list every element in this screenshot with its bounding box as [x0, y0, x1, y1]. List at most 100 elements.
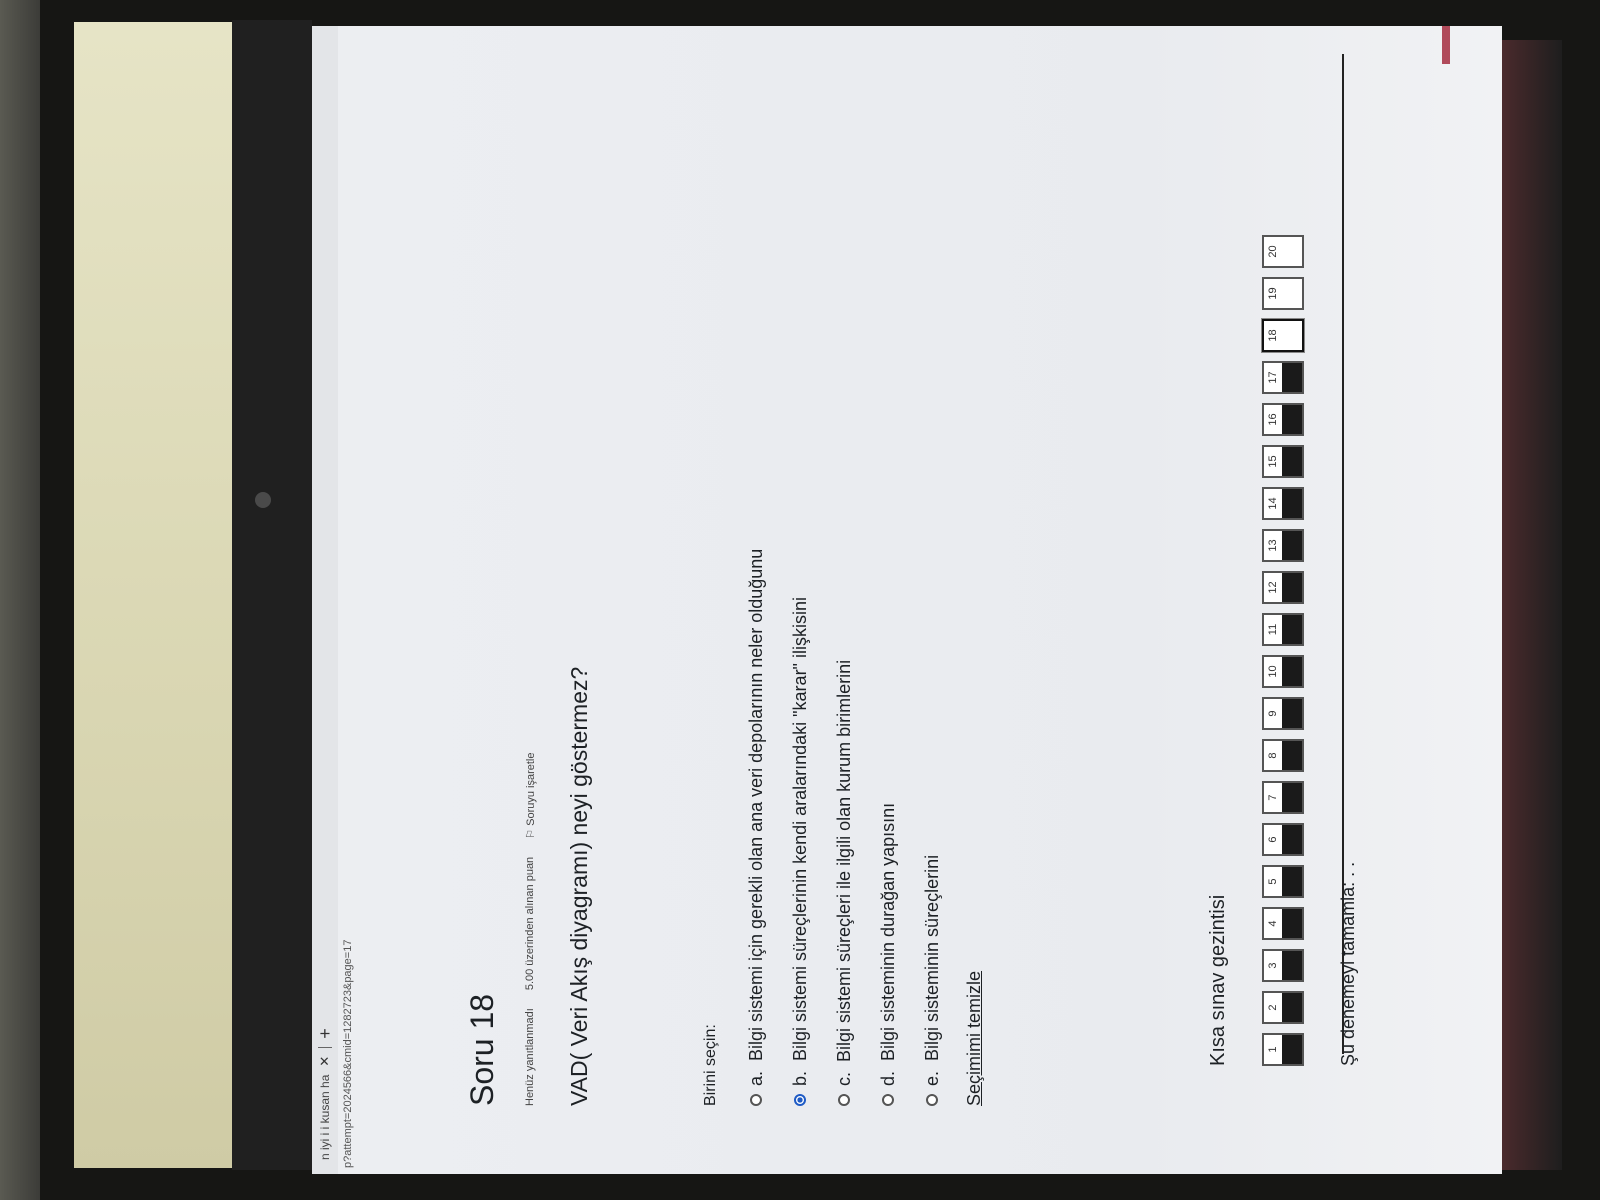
nav-number: 12 [1267, 581, 1279, 594]
unanswered-indicator [1282, 279, 1302, 308]
answered-indicator [1282, 573, 1302, 602]
nav-button-15[interactable]: 15 [1262, 445, 1304, 478]
radio-option-e[interactable] [926, 1094, 938, 1106]
nav-button-9[interactable]: 9 [1262, 697, 1304, 730]
nav-number: 13 [1267, 539, 1279, 552]
nav-button-6[interactable]: 6 [1262, 823, 1304, 856]
nav-button-14[interactable]: 14 [1262, 487, 1304, 520]
plus-icon[interactable]: + [315, 1028, 335, 1039]
clear-selection-link[interactable]: Seçimimi temizle [964, 971, 985, 1106]
nav-button-3[interactable]: 3 [1262, 949, 1304, 982]
nav-number: 19 [1267, 287, 1279, 300]
nav-number: 4 [1267, 920, 1279, 927]
nav-button-16[interactable]: 16 [1262, 403, 1304, 436]
option-text: Bilgi sisteminin durağan yapısını [877, 802, 898, 1061]
nav-button-10[interactable]: 10 [1262, 655, 1304, 688]
nav-number: 14 [1267, 497, 1279, 510]
option-text: Bilgi sistemi süreçleri ile ilgili olan … [833, 659, 854, 1062]
answered-indicator [1282, 909, 1302, 938]
nav-button-4[interactable]: 4 [1262, 907, 1304, 940]
nav-button-17[interactable]: 17 [1262, 361, 1304, 394]
nav-number: 11 [1267, 623, 1279, 636]
tab-title: n iyi i i kusan ha [318, 1074, 332, 1160]
radio-option-d[interactable] [882, 1094, 894, 1106]
flag-label: Soruyu işaretle [525, 752, 537, 826]
nav-button-8[interactable]: 8 [1262, 739, 1304, 772]
answered-indicator [1282, 951, 1302, 980]
nav-button-5[interactable]: 5 [1262, 865, 1304, 898]
answered-indicator [1282, 699, 1302, 728]
nav-button-18-current[interactable]: 18 [1262, 319, 1304, 352]
option-letter: d. [877, 1070, 898, 1086]
option-b[interactable]: b. Bilgi sistemi süreçlerinin kendi aral… [778, 406, 822, 1106]
nav-number: 18 [1267, 329, 1279, 342]
option-a[interactable]: a. Bilgi sistemi için gerekli olan ana v… [734, 406, 778, 1106]
answered-indicator [1282, 405, 1302, 434]
option-c[interactable]: c. Bilgi sistemi süreçleri ile ilgili ol… [822, 406, 866, 1106]
answered-indicator [1282, 657, 1302, 686]
nav-number: 5 [1267, 878, 1279, 885]
option-text: Bilgi sistemi için gerekli olan ana veri… [745, 548, 766, 1061]
unanswered-indicator [1282, 321, 1302, 350]
flag-icon: ⚐ [525, 828, 537, 839]
answered-indicator [1282, 825, 1302, 854]
answered-indicator [1282, 993, 1302, 1022]
nav-button-13[interactable]: 13 [1262, 529, 1304, 562]
answered-indicator [1282, 531, 1302, 560]
nav-number: 7 [1267, 794, 1279, 801]
option-text: Bilgi sistemi süreçlerinin kendi araları… [789, 597, 810, 1061]
nav-number: 6 [1267, 836, 1279, 843]
nav-button-2[interactable]: 2 [1262, 991, 1304, 1024]
nav-button-12[interactable]: 12 [1262, 571, 1304, 604]
nav-button-20[interactable]: 20 [1262, 235, 1304, 268]
question-status: Henüz yanıtlanmadı [524, 1008, 536, 1106]
answer-prompt: Birini seçin: [702, 1024, 719, 1106]
monitor-top-bezel [232, 20, 312, 1170]
radio-option-a[interactable] [750, 1094, 762, 1106]
webcam-icon [255, 492, 271, 508]
flag-question-link[interactable]: ⚐ Soruyu işaretle [524, 753, 537, 839]
option-d[interactable]: d. Bilgi sisteminin durağan yapısını [866, 406, 910, 1106]
nav-number: 17 [1267, 371, 1279, 384]
background-wall [74, 22, 232, 1168]
answered-indicator [1282, 1035, 1302, 1064]
tab-separator [318, 1046, 332, 1048]
option-letter: c. [833, 1071, 854, 1086]
question-title: Soru 18 [464, 993, 500, 1106]
nav-number: 15 [1267, 455, 1279, 468]
answered-indicator [1282, 615, 1302, 644]
address-bar[interactable]: p?attempt=2024566&cmid=1282723&page=17 [338, 26, 360, 1174]
answered-indicator [1282, 783, 1302, 812]
question-meta: Henüz yanıtlanmadı 5.00 üzerinden alınan… [524, 753, 537, 1107]
nav-number: 9 [1267, 710, 1279, 717]
nav-number: 1 [1267, 1046, 1279, 1053]
browser-tab-bar: n iyi i i kusan ha ✕ + [312, 26, 338, 1174]
browser-tab[interactable]: n iyi i i kusan ha ✕ + [315, 1028, 335, 1160]
url-text: p?attempt=2024566&cmid=1282723&page=17 [342, 939, 354, 1168]
quiz-page: n iyi i i kusan ha ✕ + p?attempt=2024566… [312, 26, 1502, 1174]
nav-number: 16 [1267, 413, 1279, 426]
radio-option-c[interactable] [838, 1094, 850, 1106]
accent-bar [1442, 26, 1450, 64]
quiz-navigation-title: Kısa sınav gezintisi [1207, 894, 1229, 1066]
nav-button-11[interactable]: 11 [1262, 613, 1304, 646]
nav-button-7[interactable]: 7 [1262, 781, 1304, 814]
screen-edge [1502, 40, 1562, 1170]
option-letter: a. [745, 1070, 766, 1086]
radio-option-b[interactable] [794, 1094, 806, 1106]
answered-indicator [1282, 447, 1302, 476]
nav-number: 20 [1267, 245, 1279, 258]
option-letter: e. [921, 1070, 942, 1086]
desk-surface [0, 0, 40, 1200]
answer-block: Birini seçin: a. Bilgi sistemi için gere… [702, 406, 985, 1106]
option-letter: b. [789, 1070, 810, 1086]
nav-number: 2 [1267, 1004, 1279, 1011]
nav-button-19[interactable]: 19 [1262, 277, 1304, 310]
finish-attempt-link[interactable]: Şu denemeyi tamamla: . . [1338, 862, 1359, 1066]
answered-indicator [1282, 363, 1302, 392]
answered-indicator [1282, 867, 1302, 896]
nav-number: 10 [1267, 665, 1279, 678]
nav-button-1[interactable]: 1 [1262, 1033, 1304, 1066]
close-icon[interactable]: ✕ [317, 1056, 333, 1067]
option-e[interactable]: e. Bilgi sisteminin süreçlerini [910, 406, 954, 1106]
